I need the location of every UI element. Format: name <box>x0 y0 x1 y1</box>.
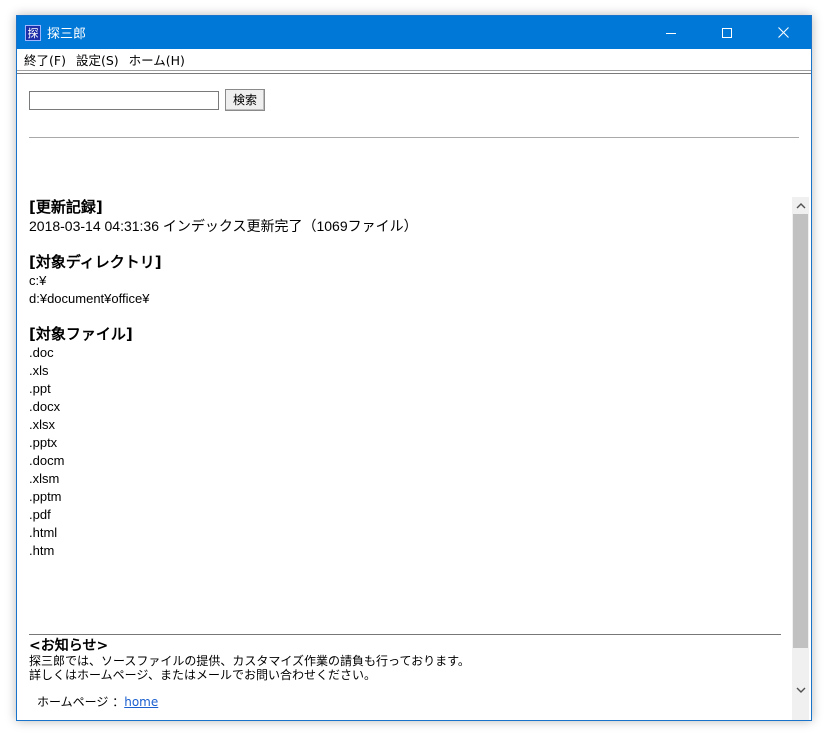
file-ext-item: .ppt <box>29 381 51 396</box>
file-ext-item: .pptx <box>29 435 58 450</box>
app-icon: 探 <box>25 24 41 41</box>
file-ext-item: .pptm <box>29 489 62 504</box>
file-ext-item: .html <box>29 525 58 540</box>
divider <box>29 137 799 138</box>
results-pane: [更新記録] 2018-03-14 04:31:36 インデックス更新完了（10… <box>17 197 811 720</box>
window-title: 探三郎 <box>47 27 87 42</box>
maximize-button[interactable] <box>699 16 755 49</box>
homepage-row: ホームページ ：home <box>29 694 781 710</box>
file-ext-item: .pdf <box>29 507 51 522</box>
main-content: 検索 [更新記録] 2018-03-14 04:31:36 インデックス更新完了… <box>17 73 811 720</box>
file-ext-item: .docm <box>29 453 65 468</box>
window-controls <box>643 16 811 49</box>
menu-item-exit[interactable]: 終了(F) <box>21 50 73 69</box>
search-input[interactable] <box>29 91 219 110</box>
update-line: 2018-03-14 04:31:36 インデックス更新完了（1069ファイル） <box>29 218 418 234</box>
directories-heading: [対象ディレクトリ] <box>29 253 162 271</box>
notice-line: 詳しくはホームページ、またはメールでお問い合わせください。 <box>29 668 377 682</box>
file-ext-item: .xls <box>29 363 49 378</box>
directory-item: d:¥document¥office¥ <box>29 291 150 306</box>
vertical-scrollbar[interactable] <box>792 197 809 720</box>
scrollbar-thumb[interactable] <box>793 214 808 648</box>
menu-item-home[interactable]: ホーム(H) <box>126 50 192 69</box>
title-bar[interactable]: 探 探三郎 <box>17 16 811 49</box>
app-window: 探 探三郎 終了(F) 設定(S) ホーム(H) 検索 [更新記録] 2018-… <box>16 15 812 721</box>
minimize-button[interactable] <box>643 16 699 49</box>
notice-section: <お知らせ> 探三郎では、ソースファイルの提供、カスタマイズ作業の請負も行ってお… <box>29 638 781 710</box>
menu-bar: 終了(F) 設定(S) ホーム(H) <box>17 49 811 71</box>
file-ext-item: .xlsm <box>29 471 60 486</box>
notice-divider <box>29 634 781 635</box>
search-button[interactable]: 検索 <box>225 89 265 111</box>
file-ext-item: .htm <box>29 543 55 558</box>
notice-heading: <お知らせ> <box>29 638 109 654</box>
homepage-label: ホームページ ： <box>37 695 125 709</box>
update-heading: [更新記録] <box>29 198 103 216</box>
close-button[interactable] <box>755 16 811 49</box>
file-ext-item: .xlsx <box>29 417 55 432</box>
menu-item-settings[interactable]: 設定(S) <box>73 50 126 69</box>
close-icon <box>777 27 789 38</box>
chevron-down-icon <box>796 687 805 693</box>
maximize-icon <box>722 27 732 38</box>
notice-line: 探三郎では、ソースファイルの提供、カスタマイズ作業の請負も行っております。 <box>29 654 470 668</box>
minimize-icon <box>666 32 676 34</box>
file-ext-item: .docx <box>29 399 61 414</box>
chevron-up-icon <box>796 203 805 209</box>
scroll-down-button[interactable] <box>792 682 809 699</box>
file-ext-item: .doc <box>29 345 54 360</box>
directory-item: c:¥ <box>29 273 47 288</box>
homepage-link[interactable]: home <box>124 695 158 709</box>
files-heading: [対象ファイル] <box>29 325 133 343</box>
scroll-up-button[interactable] <box>792 197 809 214</box>
results-document: [更新記録] 2018-03-14 04:31:36 インデックス更新完了（10… <box>29 197 789 560</box>
